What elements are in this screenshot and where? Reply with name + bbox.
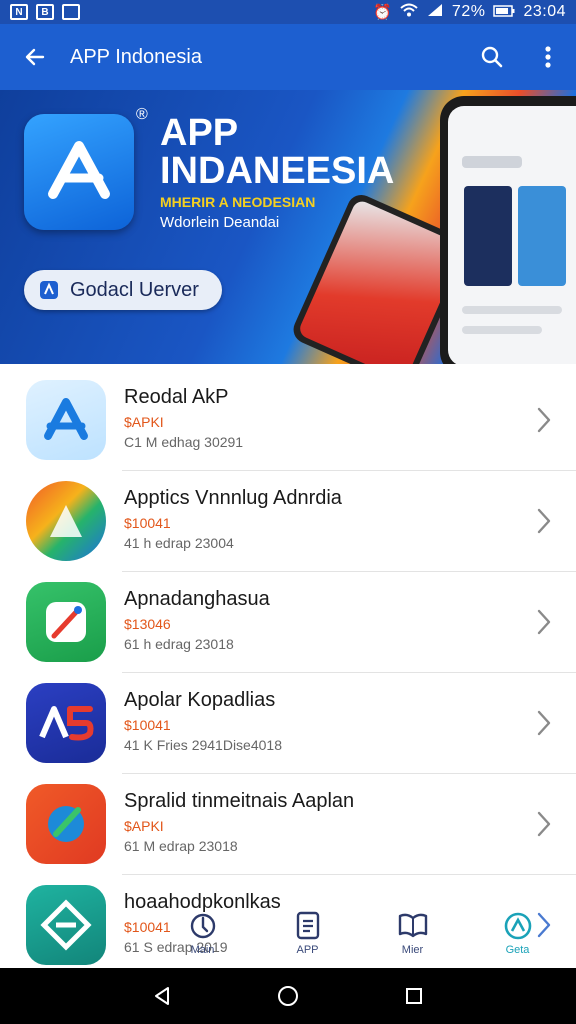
app-store-logo [24,114,134,230]
tab-app[interactable]: APP [255,910,360,968]
banner-tagline: Wdorlein Deandai [160,214,280,231]
phone-illustration [440,96,576,364]
book-open-icon [398,913,427,938]
registered-icon: ® [136,106,148,123]
bottom-navigation: Main APP Mier Geta [150,910,570,968]
recents-square-icon[interactable] [403,985,425,1007]
app-meta: 41 K Fries 2941Dise4018 [124,737,282,753]
arrow-back-icon [25,48,45,66]
app-logo-icon [26,380,106,460]
app-logo-icon [26,784,106,864]
app-meta: 61 h edrag 23018 [124,636,234,652]
wifi-icon [400,3,418,21]
app-price: $10041 [124,717,171,733]
app-store-tab-icon [504,912,531,940]
tab-label: APP [296,944,319,956]
back-button[interactable] [0,24,70,90]
banner-subtitle: MHERIR A NEODESIAN [160,194,316,210]
list-item[interactable]: Reodal AkP $APKI C1 M edhag 30291 [0,370,576,471]
app-list: Reodal AkP $APKI C1 M edhag 30291 Apptic… [0,370,576,976]
search-button[interactable] [464,24,520,90]
app-meta: 61 M edrap 23018 [124,838,238,854]
home-circle-icon[interactable] [276,984,300,1008]
list-item[interactable]: Apptics Vnnnlug Adnrdia $10041 41 h edra… [0,471,576,572]
app-name: Apptics Vnnnlug Adnrdia [124,487,342,509]
signal-icon [426,3,444,21]
notification-icon: B [36,4,54,20]
overflow-menu-button[interactable] [520,24,576,90]
app-bar: APP Indonesia [0,24,576,90]
back-triangle-icon[interactable] [151,985,173,1007]
tab-label: Mier [401,944,424,956]
app-logo-icon [26,885,106,965]
document-icon [296,911,319,940]
app-logo-icon [26,481,106,561]
banner-cta-label: Godacl Uerver [70,278,199,301]
badge-icon [40,281,58,299]
tab-label: Geta [505,944,530,956]
alarm-icon: ⏰ [373,4,392,21]
chevron-right-icon [537,609,551,635]
list-item[interactable]: Apnadanghasua $13046 61 h edrag 23018 [0,572,576,673]
app-price: $13046 [124,616,171,632]
battery-icon [493,4,515,21]
app-meta: C1 M edhag 30291 [124,434,244,450]
app-name: Apolar Kopadlias [124,689,276,711]
notification-icon: N [10,4,28,20]
more-vert-icon [545,46,551,68]
image-icon [62,4,80,20]
tab-mier[interactable]: Mier [360,910,465,968]
chevron-right-icon [537,508,551,534]
page-title: APP Indonesia [70,45,202,68]
promo-banner[interactable]: ® APP INDANEESIA MHERIR A NEODESIAN Wdor… [0,90,576,364]
app-meta: 41 h edrap 23004 [124,535,234,551]
app-name: Spralid tinmeitnais Aaplan [124,790,355,812]
tab-geta[interactable]: Geta [465,910,570,968]
app-name: Reodal AkP [124,386,229,408]
banner-title: APP INDANEESIA [160,112,395,192]
list-item[interactable]: Spralid tinmeitnais Aaplan $APKI 61 M ed… [0,774,576,875]
app-logo-icon [26,683,106,763]
app-logo-icon [26,582,106,662]
app-price: $APKI [124,818,164,834]
chevron-right-icon [537,811,551,837]
app-price: $10041 [124,515,171,531]
tab-label: Main [190,944,215,956]
app-price: $APKI [124,414,164,430]
tab-main[interactable]: Main [150,910,255,968]
battery-percent: 72% [451,3,486,20]
list-item[interactable]: Apolar Kopadlias $10041 41 K Fries 2941D… [0,673,576,774]
banner-cta-button[interactable]: Godacl Uerver [24,270,222,310]
search-icon [481,46,503,68]
compass-icon [190,913,215,939]
clock: 23:04 [523,3,566,20]
chevron-right-icon [537,710,551,736]
status-bar: N B ⏰ 72% 23:04 [0,0,576,24]
system-navigation-bar [0,968,576,1024]
app-name: Apnadanghasua [124,588,270,610]
chevron-right-icon [537,407,551,433]
